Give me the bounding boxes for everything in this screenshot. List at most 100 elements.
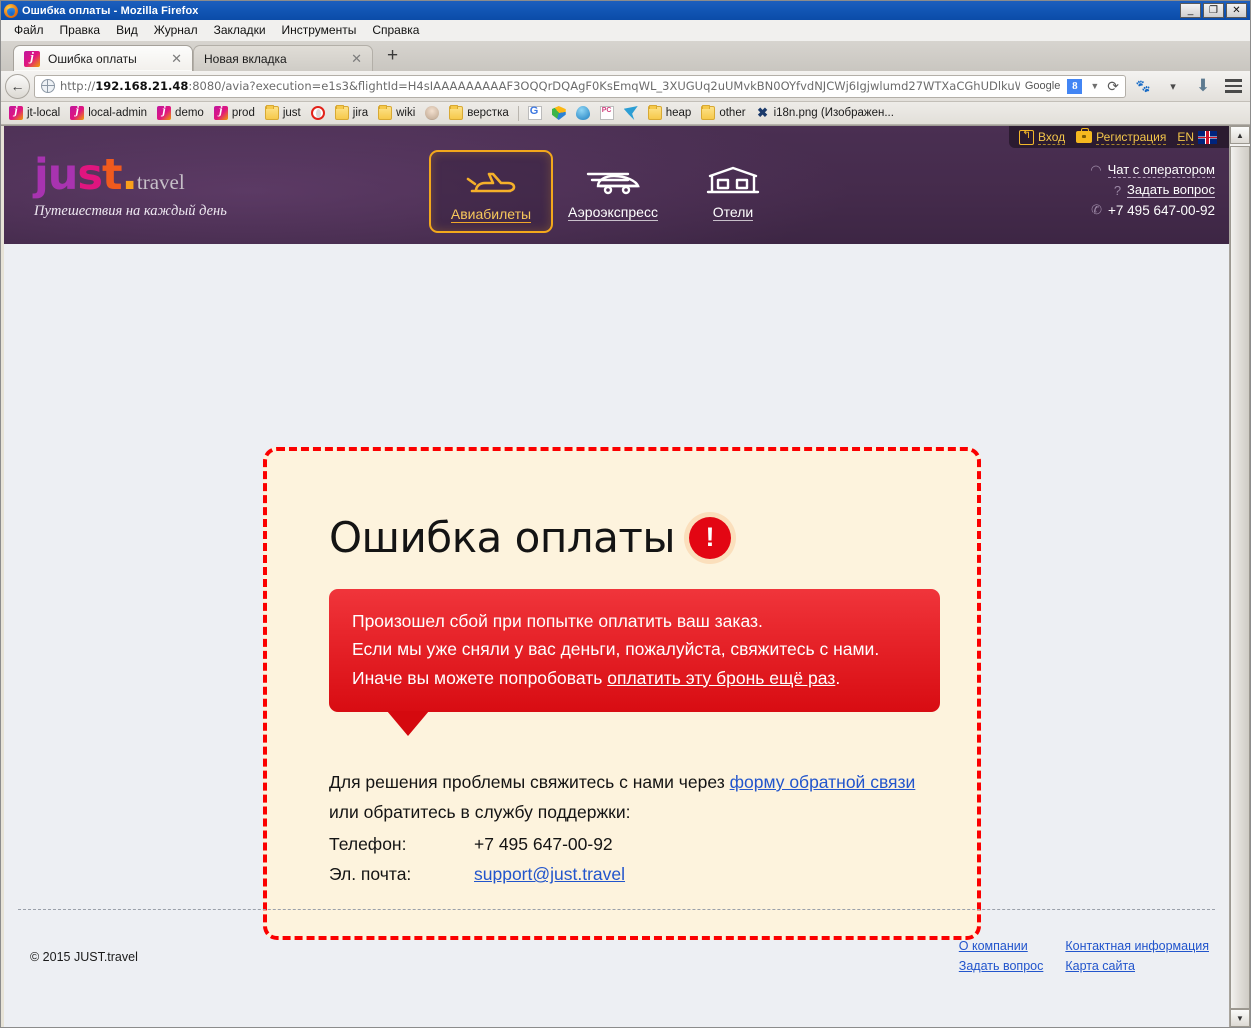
- nav-tab-aeroexpress[interactable]: Аэроэкспресс: [553, 150, 673, 221]
- support-email-label: Эл. почта:: [329, 864, 412, 885]
- bookmark-i18n-png[interactable]: ✖ i18n.png (Изображен...: [751, 106, 899, 120]
- support-email-row: Эл. почта: support@just.travel: [329, 859, 922, 889]
- bookmark-drop[interactable]: [571, 106, 595, 120]
- bookmark-jt-local[interactable]: jt-local: [4, 103, 65, 120]
- scroll-up-button[interactable]: ▲: [1230, 126, 1250, 144]
- register-link[interactable]: Регистрация: [1076, 128, 1167, 145]
- just-travel-favicon-icon: [24, 49, 40, 67]
- hamburger-menu-icon[interactable]: [1220, 73, 1246, 99]
- bookmark-shield[interactable]: [547, 106, 571, 120]
- bookmark-folder-verstka[interactable]: верстка: [444, 105, 513, 120]
- chat-operator-label: Чат с оператором: [1107, 162, 1215, 178]
- menu-item-tools[interactable]: Инструменты: [274, 21, 365, 39]
- nav-tab-hotels[interactable]: Отели: [673, 150, 793, 221]
- bookmark-opera[interactable]: [306, 106, 330, 120]
- support-email-link[interactable]: support@just.travel: [474, 864, 625, 884]
- folder-icon: [701, 105, 716, 120]
- bookmark-folder-other[interactable]: other: [696, 105, 750, 120]
- support-instruction: Для решения проблемы свяжитесь с нами че…: [329, 767, 922, 827]
- devtools-icon[interactable]: 🐾: [1130, 73, 1156, 99]
- tab-close-icon[interactable]: ✕: [349, 51, 364, 67]
- error-bubble-line-1: Произошел сбой при попытке оплатить ваш …: [352, 611, 763, 631]
- error-bubble-line-2: Если мы уже сняли у вас деньги, пожалуйс…: [352, 639, 880, 660]
- minimize-button[interactable]: _: [1180, 3, 1201, 18]
- bookmark-local-admin[interactable]: local-admin: [65, 103, 152, 120]
- just-icon: [157, 103, 172, 120]
- scrollbar-track[interactable]: [1230, 144, 1250, 1009]
- chat-operator-row[interactable]: ◠ Чат с оператором: [1090, 162, 1215, 178]
- register-label: Регистрация: [1096, 129, 1167, 145]
- feedback-form-link[interactable]: форму обратной связи: [730, 772, 916, 792]
- nav-tab-avia[interactable]: Авиабилеты: [429, 150, 553, 233]
- menu-bar: Файл Правка Вид Журнал Закладки Инструме…: [1, 20, 1250, 41]
- bookmark-folder-heap[interactable]: heap: [643, 105, 697, 120]
- retry-payment-link[interactable]: оплатить эту бронь ещё раз: [607, 668, 835, 688]
- address-bar[interactable]: http://192.168.21.48:8080/avia?execution…: [34, 74, 1126, 98]
- error-title-row: Ошибка оплаты !: [329, 513, 922, 562]
- reload-icon[interactable]: ⟳: [1107, 78, 1123, 95]
- maximize-button[interactable]: ❐: [1203, 3, 1224, 18]
- page-title: Ошибка оплаты: [329, 513, 676, 562]
- logo-part-ju: ju: [34, 150, 78, 200]
- footer-link-contacts[interactable]: Контактная информация: [1065, 939, 1209, 953]
- tab-new-tab[interactable]: Новая вкладка ✕: [193, 45, 373, 71]
- site-logo[interactable]: just.travel Путешествия на каждый день: [34, 154, 227, 220]
- navigation-toolbar: ← http://192.168.21.48:8080/avia?executi…: [1, 71, 1250, 102]
- menu-item-view[interactable]: Вид: [108, 21, 146, 39]
- phone-icon: ✆: [1091, 202, 1103, 217]
- ask-question-row[interactable]: ? Задать вопрос: [1090, 182, 1215, 198]
- bookmark-bird[interactable]: [619, 106, 643, 120]
- bookmark-gdocs[interactable]: [523, 105, 547, 120]
- tab-label: Ошибка оплаты: [48, 51, 137, 66]
- bookmark-label: верстка: [467, 107, 509, 119]
- close-button[interactable]: ✕: [1226, 3, 1247, 18]
- browser-viewport: Вход Регистрация EN just.travel Путешест…: [1, 125, 1250, 1027]
- header-phone-row: ✆ +7 495 647-00-92: [1090, 202, 1215, 218]
- footer-link-about[interactable]: О компании: [959, 939, 1044, 953]
- support-phone-value: +7 495 647-00-92: [474, 834, 613, 855]
- uk-flag-icon: [1198, 130, 1217, 144]
- header-phone-label: +7 495 647-00-92: [1108, 202, 1215, 218]
- site-header: Вход Регистрация EN just.travel Путешест…: [4, 126, 1229, 244]
- tab-strip: Ошибка оплаты ✕ Новая вкладка ✕ +: [1, 41, 1250, 71]
- new-tab-button[interactable]: +: [377, 46, 408, 67]
- menu-item-history[interactable]: Журнал: [146, 21, 206, 39]
- scrollbar-thumb[interactable]: [1230, 146, 1250, 1009]
- support-text-prefix: Для решения проблемы свяжитесь с нами че…: [329, 772, 730, 793]
- bookmark-prod[interactable]: prod: [209, 103, 260, 120]
- support-phone-row: Телефон: +7 495 647-00-92: [329, 829, 922, 859]
- login-link[interactable]: Вход: [1019, 129, 1066, 145]
- chevron-down-icon[interactable]: ▾: [1160, 73, 1186, 99]
- just-icon: [70, 103, 85, 120]
- footer-link-sitemap[interactable]: Карта сайта: [1065, 959, 1135, 973]
- firefox-icon: [4, 3, 18, 18]
- tab-payment-error[interactable]: Ошибка оплаты ✕: [13, 45, 193, 71]
- error-message-bubble: Произошел сбой при попытке оплатить ваш …: [329, 589, 940, 737]
- bookmark-pk[interactable]: [595, 106, 619, 120]
- tab-close-icon[interactable]: ✕: [169, 51, 184, 67]
- window-controls: _ ❐ ✕: [1180, 3, 1248, 18]
- ask-question-label: Задать вопрос: [1127, 182, 1215, 198]
- menu-item-file[interactable]: Файл: [6, 21, 52, 39]
- scroll-down-button[interactable]: ▼: [1230, 1009, 1250, 1027]
- menu-item-help[interactable]: Справка: [364, 21, 427, 39]
- downloads-icon[interactable]: ⬇: [1190, 73, 1216, 99]
- back-button[interactable]: ←: [5, 73, 30, 99]
- menu-item-edit[interactable]: Правка: [52, 21, 109, 39]
- opera-icon: [310, 106, 325, 120]
- plane-icon: [462, 162, 520, 200]
- footer-link-ask[interactable]: Задать вопрос: [959, 959, 1044, 973]
- bookmark-label: other: [719, 107, 746, 119]
- bookmark-folder-wiki[interactable]: wiki: [373, 105, 420, 120]
- menu-item-bookmarks[interactable]: Закладки: [206, 21, 274, 39]
- bookmark-folder-jira[interactable]: jira: [330, 105, 373, 120]
- chevron-down-icon[interactable]: ▼: [1087, 81, 1102, 91]
- logo-text: just.travel: [34, 154, 227, 197]
- bookmark-demo[interactable]: demo: [152, 103, 209, 120]
- page-scrollbar[interactable]: ▲ ▼: [1229, 126, 1250, 1027]
- bookmark-folder-just[interactable]: just: [260, 105, 306, 120]
- bookmark-face[interactable]: [420, 106, 444, 120]
- hotel-icon: [704, 160, 762, 198]
- google-badge-icon[interactable]: 8: [1067, 78, 1083, 94]
- language-switcher[interactable]: EN: [1177, 130, 1217, 145]
